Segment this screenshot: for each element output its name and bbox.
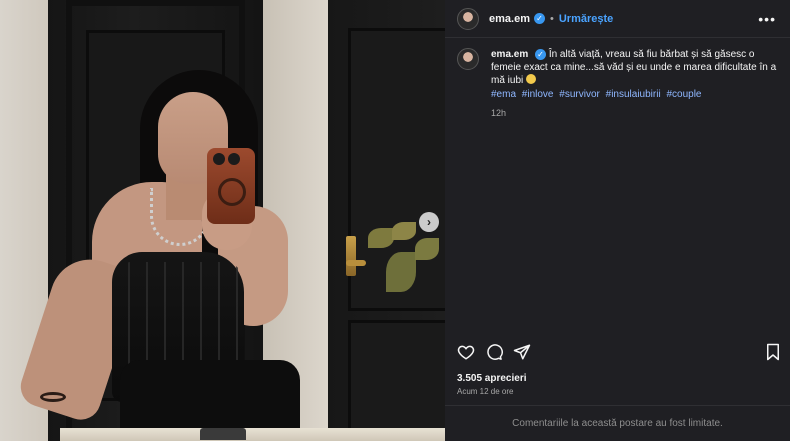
bookmark-icon[interactable] bbox=[764, 343, 782, 361]
caption-time: 12h bbox=[491, 108, 507, 118]
plant-leaf bbox=[386, 252, 416, 292]
avatar[interactable] bbox=[457, 7, 479, 30]
avatar[interactable] bbox=[457, 48, 479, 70]
verified-badge-icon: ✓ bbox=[533, 13, 545, 24]
next-photo-button[interactable]: › bbox=[419, 212, 439, 232]
hashtag[interactable]: #inlove bbox=[522, 89, 554, 100]
send-icon[interactable] bbox=[513, 343, 531, 361]
plant-leaf bbox=[415, 238, 439, 260]
hashtag[interactable]: #insulaiubirii bbox=[606, 89, 661, 100]
hashtag[interactable]: #couple bbox=[666, 89, 701, 100]
comment-icon[interactable] bbox=[485, 343, 503, 361]
caption-username[interactable]: ema.em bbox=[491, 49, 528, 60]
plant-leaf bbox=[368, 228, 394, 248]
username[interactable]: ema.em bbox=[489, 13, 530, 25]
plant-leaf bbox=[392, 222, 416, 240]
comments-limited-notice: Comentariile la această postare au fost … bbox=[445, 405, 790, 441]
bracelet bbox=[40, 392, 66, 402]
action-bar bbox=[457, 343, 782, 363]
post-caption: ema.em ✓ În altă viață, vreau să fiu băr… bbox=[457, 48, 782, 120]
chevron-right-icon: › bbox=[427, 215, 431, 229]
post-timestamp: Acum 12 de ore bbox=[457, 387, 514, 396]
cup bbox=[200, 428, 246, 440]
post-photo[interactable]: › bbox=[0, 0, 445, 441]
post-side-panel: ema.em ✓ • Urmărește ••• ema.em ✓ În alt… bbox=[445, 0, 790, 441]
post-header: ema.em ✓ • Urmărește ••• bbox=[445, 0, 790, 38]
separator-dot: • bbox=[549, 12, 554, 25]
necklace bbox=[150, 188, 210, 246]
door-handle bbox=[346, 236, 356, 276]
instagram-post: › ema.em ✓ • Urmărește ••• ema.em ✓ În a… bbox=[0, 0, 790, 441]
heart-icon[interactable] bbox=[457, 343, 475, 361]
hashtag-list: #ema #inlove #survivor #insulaiubirii #c… bbox=[491, 88, 782, 101]
thinking-emoji-icon bbox=[526, 74, 537, 84]
more-horizontal-icon[interactable]: ••• bbox=[758, 11, 776, 27]
table-edge bbox=[60, 428, 445, 441]
hashtag[interactable]: #survivor bbox=[559, 89, 600, 100]
follow-button[interactable]: Urmărește bbox=[559, 13, 613, 25]
likes-count[interactable]: 3.505 aprecieri bbox=[457, 373, 527, 384]
hashtag[interactable]: #ema bbox=[491, 89, 516, 100]
verified-badge-icon: ✓ bbox=[535, 49, 547, 60]
